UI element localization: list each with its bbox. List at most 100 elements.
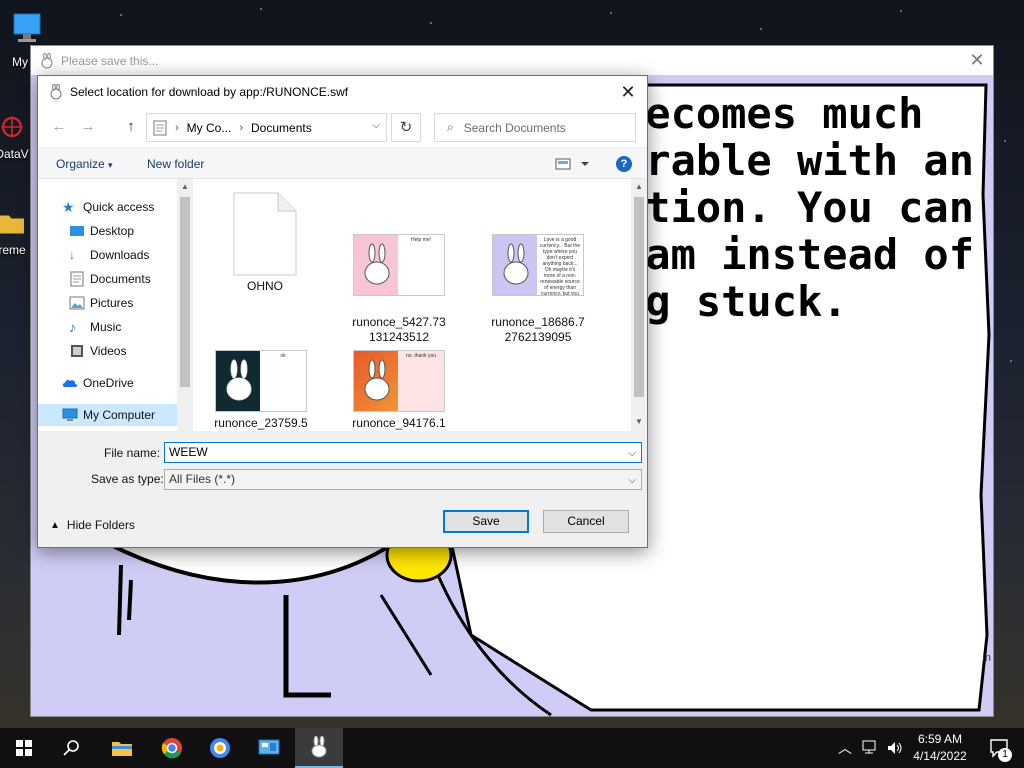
nav-item-pictures[interactable]: Pictures 📌 xyxy=(69,292,193,314)
scroll-down-arrow-icon[interactable]: ▼ xyxy=(634,417,644,427)
file-name-value: WEEW xyxy=(169,445,208,459)
save-controls: File name: WEEW ⌵ Save as type: All File… xyxy=(38,431,647,547)
dialog-title: Select location for download by app:/RUN… xyxy=(70,84,349,99)
up-arrow-icon[interactable]: ↑ xyxy=(122,118,140,136)
computer-icon xyxy=(62,408,78,421)
nav-item-onedrive[interactable]: OneDrive xyxy=(62,372,193,394)
chevron-down-icon[interactable]: ⌵ xyxy=(628,445,636,462)
command-bar: Organize ▾ New folder ? xyxy=(38,147,647,179)
chevron-up-icon: ▲ xyxy=(50,519,60,531)
documents-icon xyxy=(153,120,167,135)
save-type-select[interactable]: All Files (*.*) ⌵ xyxy=(164,469,642,490)
cancel-button[interactable]: Cancel xyxy=(543,510,629,533)
scrollbar-thumb[interactable] xyxy=(180,197,190,387)
breadcrumb-segment[interactable]: Documents xyxy=(251,121,312,135)
taskbar-clock[interactable]: 6:59 AM 4/14/2022 xyxy=(906,731,974,765)
file-list-scrollbar[interactable]: ▲ ▼ xyxy=(631,179,647,431)
nav-item-desktop[interactable]: Desktop 📌 xyxy=(69,220,193,242)
volume-icon[interactable] xyxy=(886,740,904,756)
forward-arrow-icon[interactable]: → xyxy=(79,118,97,136)
file-item-runonce-23759[interactable]: ok runonce_23759.5 xyxy=(201,350,321,431)
taskbar-search-button[interactable] xyxy=(48,728,96,768)
network-icon[interactable] xyxy=(862,740,880,756)
file-item-runonce-5427[interactable]: Help me! runonce_5427.73 131243512 xyxy=(339,219,459,345)
save-button[interactable]: Save xyxy=(443,510,529,533)
show-hidden-icons-chevron-icon[interactable]: ︿ xyxy=(838,738,852,758)
nav-item-my-computer[interactable]: My Computer xyxy=(38,404,178,426)
blank-file-icon xyxy=(233,192,297,276)
app-corner-text: in xyxy=(982,652,991,664)
refresh-button[interactable]: ↻ xyxy=(391,113,421,142)
taskbar: ︿ 6:59 AM 4/14/2022 1 xyxy=(0,728,1024,768)
chevron-down-icon[interactable]: ⌵ xyxy=(372,120,380,131)
start-button[interactable] xyxy=(0,728,48,768)
search-box[interactable]: ⌕ Search Documents xyxy=(434,113,636,142)
nav-item-downloads[interactable]: ↓ Downloads 📌 xyxy=(69,244,193,266)
dialog-close-button[interactable]: ✕ xyxy=(617,81,639,103)
folder-icon xyxy=(112,742,132,756)
nav-item-music[interactable]: ♪ Music xyxy=(69,316,193,338)
taskbar-control-panel[interactable] xyxy=(245,728,293,768)
bunny-thumbnail-icon xyxy=(503,243,529,285)
file-name: runonce_23759.5 xyxy=(214,416,308,430)
clock-date: 4/14/2022 xyxy=(913,749,967,763)
back-arrow-icon[interactable]: ← xyxy=(50,118,68,136)
navigation-bar: ← → ↑ › My Co... › Documents ⌵ ↻ ⌕ Searc… xyxy=(38,107,647,147)
windows-logo-icon xyxy=(16,740,32,756)
scroll-up-arrow-icon[interactable]: ▲ xyxy=(180,182,190,192)
app-titlebar: Please save this... ✕ xyxy=(31,46,993,75)
save-type-label: Save as type: xyxy=(91,472,164,486)
new-folder-button[interactable]: New folder xyxy=(147,157,204,171)
nav-item-label: Downloads xyxy=(90,248,150,262)
nav-item-videos[interactable]: Videos xyxy=(69,340,193,362)
nav-item-label: Pictures xyxy=(90,296,134,310)
notification-center-button[interactable]: 1 xyxy=(976,728,1024,768)
folder-icon xyxy=(0,215,24,234)
view-options-icon[interactable] xyxy=(555,156,595,172)
breadcrumb-segment[interactable]: My Co... xyxy=(187,121,232,135)
file-item-ohno[interactable]: OHNO xyxy=(205,191,325,294)
cloud-icon xyxy=(62,379,78,387)
file-thumbnail: ok xyxy=(215,350,307,412)
speech-bubble-text: becomes much arable with an ation. You c… xyxy=(620,90,975,325)
scrollbar-thumb[interactable] xyxy=(634,197,644,397)
address-bar[interactable]: › My Co... › Documents ⌵ xyxy=(146,113,387,142)
nav-item-documents[interactable]: Documents 📌 xyxy=(69,268,193,290)
taskbar-flash-app[interactable] xyxy=(295,728,343,768)
bunny-thumbnail-icon xyxy=(364,359,390,401)
nav-item-label: Music xyxy=(90,320,122,334)
file-name-input[interactable]: WEEW ⌵ xyxy=(164,442,642,463)
file-item-runonce-18686[interactable]: Love is a good currency... But the type … xyxy=(478,219,598,345)
app-title: Please save this... xyxy=(61,53,159,68)
app-close-button[interactable]: ✕ xyxy=(967,50,987,70)
hide-folders-button[interactable]: ▲ Hide Folders xyxy=(50,518,135,532)
thumbnail-card-text: ok xyxy=(260,351,306,411)
file-item-runonce-94176[interactable]: no. thank you runonce_94176.1 xyxy=(339,350,459,431)
documents-icon xyxy=(70,271,84,287)
nav-item-label: OneDrive xyxy=(83,376,134,390)
chevron-down-icon[interactable]: ⌵ xyxy=(628,472,636,489)
help-icon[interactable]: ? xyxy=(616,156,632,172)
file-thumbnail: no. thank you xyxy=(353,350,445,412)
file-list: OHNO Help me! runonce_5427.73 131243512 … xyxy=(193,179,631,431)
breadcrumb-separator: › xyxy=(239,121,244,134)
downloads-icon: ↓ xyxy=(69,248,75,262)
taskbar-browser[interactable] xyxy=(196,728,244,768)
file-thumbnail: Love is a good currency... But the type … xyxy=(492,234,584,296)
nav-item-quick-access[interactable]: ★ Quick access xyxy=(62,196,193,218)
browser-icon xyxy=(210,738,230,758)
file-thumbnail: Help me! xyxy=(353,234,445,296)
organize-menu[interactable]: Organize ▾ xyxy=(56,157,113,171)
taskbar-chrome[interactable] xyxy=(148,728,196,768)
taskbar-file-explorer[interactable] xyxy=(98,728,146,768)
bunny-thumbnail-icon xyxy=(364,243,390,285)
computer-icon xyxy=(13,13,41,42)
nav-pane-scrollbar[interactable]: ▲ xyxy=(177,179,193,431)
scroll-up-arrow-icon[interactable]: ▲ xyxy=(634,182,644,192)
search-icon xyxy=(63,740,79,756)
pictures-icon xyxy=(69,296,85,310)
control-panel-icon xyxy=(258,739,280,755)
breadcrumb-separator: › xyxy=(175,121,179,134)
navigation-pane: ★ Quick access Desktop 📌 ↓ Downloads 📌 D… xyxy=(38,179,193,431)
browser-panes: ★ Quick access Desktop 📌 ↓ Downloads 📌 D… xyxy=(38,179,647,431)
